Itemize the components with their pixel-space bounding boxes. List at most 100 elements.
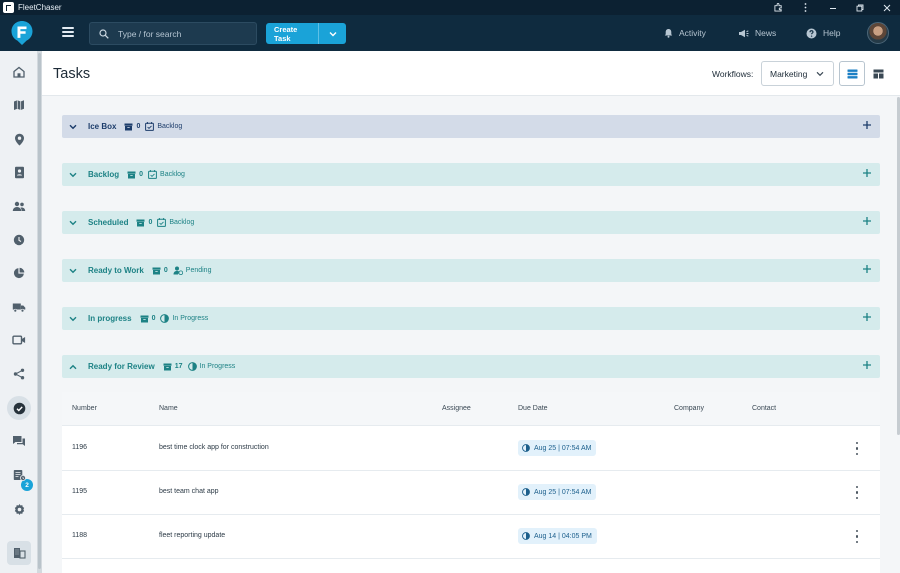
- chevron-down-icon[interactable]: [69, 172, 79, 178]
- due-date-badge: Aug 25 | 07:54 AM: [518, 484, 597, 500]
- chevron-down-icon[interactable]: [69, 316, 79, 322]
- megaphone-icon: [739, 29, 749, 37]
- chevron-up-icon[interactable]: [69, 364, 79, 370]
- user-avatar[interactable]: [867, 22, 889, 44]
- group-status: Backlog: [169, 219, 195, 226]
- main-area: Tasks Workflows: Marketing Ice Box 0 Bac…: [42, 51, 900, 573]
- close-icon[interactable]: [873, 0, 900, 15]
- column-header-company[interactable]: Company: [674, 405, 704, 412]
- add-task-icon[interactable]: [862, 120, 872, 130]
- list-view-button[interactable]: [839, 61, 865, 86]
- search-box[interactable]: [89, 22, 257, 45]
- group-count: 0: [163, 267, 168, 274]
- group-count: 0: [148, 219, 153, 226]
- task-name[interactable]: fleet reporting update: [159, 532, 225, 539]
- column-header-assignee[interactable]: Assignee: [442, 405, 471, 412]
- location-pin-icon[interactable]: [7, 127, 31, 151]
- group-status: Backlog: [160, 171, 185, 178]
- table-row[interactable]: 1195 best team chat app Aug 25 | 07:54 A…: [62, 471, 880, 515]
- settings-icon[interactable]: [7, 497, 31, 521]
- column-header-name[interactable]: Name: [159, 405, 178, 412]
- chat-icon[interactable]: [7, 429, 31, 453]
- workflow-select-value: Marketing: [770, 68, 808, 79]
- tasks-check-icon[interactable]: [7, 396, 31, 420]
- more-vert-icon[interactable]: [792, 0, 819, 15]
- group-ready-to-work[interactable]: Ready to Work 0 Pending: [62, 259, 880, 282]
- task-number: 1195: [72, 488, 88, 495]
- receipt-icon[interactable]: [7, 463, 31, 487]
- chevron-down-icon[interactable]: [69, 268, 79, 274]
- chevron-down-icon[interactable]: [69, 124, 79, 130]
- archive-box-icon: [140, 315, 149, 322]
- group-ready-for-review[interactable]: Ready for Review 17 In Progress: [62, 355, 880, 378]
- group-ice-box[interactable]: Ice Box 0 Backlog: [62, 115, 880, 138]
- building-icon[interactable]: [7, 541, 31, 565]
- archive-box-icon: [152, 267, 161, 274]
- group-count: 0: [151, 315, 156, 322]
- row-more-icon[interactable]: [856, 530, 860, 543]
- add-task-icon[interactable]: [862, 312, 872, 322]
- search-input[interactable]: [118, 28, 248, 39]
- chevron-down-icon: [816, 71, 824, 77]
- video-icon[interactable]: [7, 328, 31, 352]
- table-row-partial[interactable]: [62, 559, 880, 573]
- add-task-icon[interactable]: [862, 216, 872, 226]
- table-row[interactable]: 1188 fleet reporting update Aug 14 | 04:…: [62, 515, 880, 559]
- table-header: Number Name Assignee Due Date Company Co…: [62, 392, 880, 426]
- chevron-down-icon[interactable]: [69, 220, 79, 226]
- contacts-book-icon[interactable]: [7, 160, 31, 184]
- activity-link[interactable]: Activity: [664, 15, 706, 51]
- in-progress-icon: [522, 532, 530, 540]
- map-icon[interactable]: [7, 93, 31, 117]
- group-backlog[interactable]: Backlog 0 Backlog: [62, 163, 880, 186]
- create-options-chevron-icon[interactable]: [319, 23, 346, 44]
- page-header: Tasks Workflows: Marketing: [42, 51, 900, 96]
- in-progress-icon: [522, 444, 530, 452]
- board-view-button[interactable]: [865, 61, 891, 86]
- add-task-icon[interactable]: [862, 168, 872, 178]
- task-name[interactable]: best time clock app for construction: [159, 444, 269, 451]
- app-logo-icon: [3, 2, 14, 13]
- home-icon[interactable]: [7, 60, 31, 84]
- truck-icon[interactable]: [7, 295, 31, 319]
- column-header-due-date[interactable]: Due Date: [518, 405, 548, 412]
- activity-label: Activity: [679, 28, 706, 38]
- group-scheduled[interactable]: Scheduled 0 Backlog: [62, 211, 880, 234]
- group-count: 0: [136, 123, 141, 130]
- add-task-icon[interactable]: [862, 360, 872, 370]
- share-icon[interactable]: [7, 362, 31, 386]
- add-task-icon[interactable]: [862, 264, 872, 274]
- backlog-icon: [148, 170, 157, 179]
- news-label: News: [755, 28, 777, 38]
- group-in-progress[interactable]: In progress 0 In Progress: [62, 307, 880, 330]
- menu-toggle-icon[interactable]: [62, 27, 74, 39]
- task-name[interactable]: best team chat app: [159, 488, 219, 495]
- extension-icon[interactable]: [765, 0, 792, 15]
- group-name: Ice Box: [88, 122, 117, 131]
- due-date-text: Aug 25 | 07:54 AM: [534, 444, 592, 452]
- in-progress-icon: [160, 314, 170, 323]
- workflow-select[interactable]: Marketing: [761, 61, 834, 86]
- group-status: Backlog: [157, 123, 183, 130]
- group-count: 17: [174, 363, 183, 370]
- group-status: In Progress: [199, 363, 236, 370]
- fleetchaser-logo-icon[interactable]: [10, 20, 34, 46]
- pie-chart-icon[interactable]: [7, 261, 31, 285]
- minimize-icon[interactable]: [819, 0, 846, 15]
- row-more-icon[interactable]: [856, 486, 860, 499]
- table-row[interactable]: 1196 best time clock app for constructio…: [62, 427, 880, 471]
- news-link[interactable]: News: [738, 15, 776, 51]
- group-name: Ready for Review: [88, 362, 155, 371]
- users-icon[interactable]: [7, 194, 31, 218]
- group-count: 0: [139, 171, 144, 178]
- tasks-table: Number Name Assignee Due Date Company Co…: [62, 392, 880, 573]
- help-link[interactable]: Help: [806, 15, 840, 51]
- column-header-contact[interactable]: Contact: [752, 405, 776, 412]
- bell-icon: [664, 29, 673, 38]
- restore-icon[interactable]: [846, 0, 873, 15]
- in-progress-icon: [187, 362, 197, 371]
- row-more-icon[interactable]: [856, 442, 860, 455]
- column-header-number[interactable]: Number: [72, 405, 97, 412]
- create-task-button[interactable]: Create Task: [266, 23, 319, 44]
- clock-icon[interactable]: [7, 228, 31, 252]
